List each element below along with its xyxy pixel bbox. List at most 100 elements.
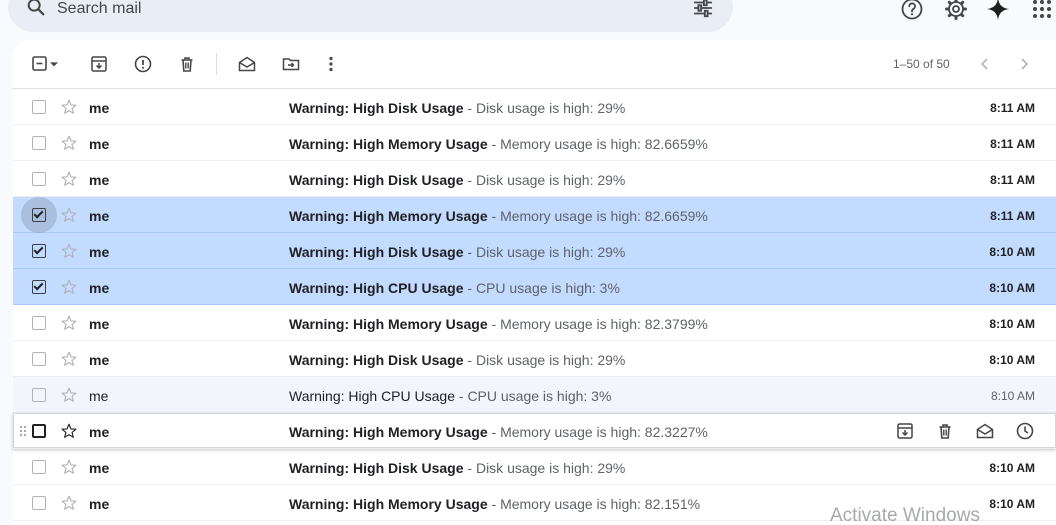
sender-name: me bbox=[89, 244, 110, 260]
star-icon[interactable] bbox=[60, 170, 78, 188]
row-checkbox[interactable] bbox=[32, 280, 46, 294]
subject-line: Warning: High Disk Usage - Disk usage is… bbox=[289, 244, 879, 260]
email-row[interactable]: me Warning: High Memory Usage - Memory us… bbox=[13, 197, 1056, 233]
checkmark-icon bbox=[33, 244, 44, 255]
email-list: me Warning: High Disk Usage - Disk usage … bbox=[13, 89, 1056, 521]
email-time: 8:10 AM bbox=[989, 281, 1035, 295]
subject-line: Warning: High Memory Usage - Memory usag… bbox=[289, 208, 879, 224]
email-snippet: - Memory usage is high: 82.3227% bbox=[487, 424, 708, 440]
row-checkbox[interactable] bbox=[32, 136, 46, 150]
email-row[interactable]: me Warning: High CPU Usage - CPU usage is… bbox=[13, 377, 1056, 413]
tune-icon[interactable] bbox=[692, 0, 714, 19]
star-icon[interactable] bbox=[60, 278, 78, 296]
email-subject: Warning: High Disk Usage bbox=[289, 460, 464, 476]
subject-line: Warning: High Disk Usage - Disk usage is… bbox=[289, 352, 879, 368]
more-icon[interactable] bbox=[319, 52, 343, 76]
email-row[interactable]: me Warning: High Memory Usage - Memory us… bbox=[13, 413, 1056, 449]
email-snippet: - Disk usage is high: 29% bbox=[463, 352, 626, 368]
toolbar-divider bbox=[216, 53, 217, 75]
subject-line: Warning: High CPU Usage - CPU usage is h… bbox=[289, 280, 879, 296]
subject-line: Warning: High CPU Usage - CPU usage is h… bbox=[289, 388, 879, 404]
gemini-icon[interactable] bbox=[986, 0, 1010, 21]
toolbar: 1–50 of 50 bbox=[13, 40, 1056, 88]
email-snippet: - CPU usage is high: 3% bbox=[463, 280, 620, 296]
email-row[interactable]: me Warning: High Memory Usage - Memory us… bbox=[13, 125, 1056, 161]
move-to-icon[interactable] bbox=[279, 52, 303, 76]
sender-name: me bbox=[89, 388, 109, 404]
snooze-icon[interactable] bbox=[1015, 421, 1035, 441]
apps-icon[interactable] bbox=[1030, 0, 1054, 21]
help-icon[interactable] bbox=[900, 0, 924, 21]
subject-line: Warning: High Disk Usage - Disk usage is… bbox=[289, 460, 879, 476]
row-checkbox[interactable] bbox=[32, 172, 46, 186]
delete-icon[interactable] bbox=[175, 52, 199, 76]
star-icon[interactable] bbox=[60, 98, 78, 116]
older-chevron-icon[interactable] bbox=[1014, 54, 1034, 74]
newer-chevron-icon[interactable] bbox=[975, 54, 995, 74]
sender-name: me bbox=[89, 136, 110, 152]
email-subject: Warning: High Disk Usage bbox=[289, 172, 464, 188]
subject-line: Warning: High Memory Usage - Memory usag… bbox=[289, 496, 879, 512]
row-checkbox[interactable] bbox=[32, 208, 46, 222]
archive-icon[interactable] bbox=[87, 52, 111, 76]
email-time: 8:11 AM bbox=[990, 173, 1035, 187]
row-hover-actions bbox=[893, 421, 1043, 441]
email-row[interactable]: me Warning: High Disk Usage - Disk usage … bbox=[13, 161, 1056, 197]
email-row[interactable]: me Warning: High Disk Usage - Disk usage … bbox=[13, 89, 1056, 125]
email-subject: Warning: High CPU Usage bbox=[289, 280, 464, 296]
star-icon[interactable] bbox=[60, 386, 78, 404]
activate-windows-watermark: Activate Windows bbox=[830, 505, 980, 525]
email-row[interactable]: me Warning: High Disk Usage - Disk usage … bbox=[13, 233, 1056, 269]
star-icon[interactable] bbox=[60, 458, 78, 476]
settings-icon[interactable] bbox=[944, 0, 968, 21]
star-icon[interactable] bbox=[60, 422, 78, 440]
row-checkbox[interactable] bbox=[32, 496, 46, 510]
sender-name: me bbox=[89, 172, 110, 188]
email-row[interactable]: me Warning: High CPU Usage - CPU usage is… bbox=[13, 269, 1056, 305]
star-icon[interactable] bbox=[60, 206, 78, 224]
report-spam-icon[interactable] bbox=[131, 52, 155, 76]
email-row[interactable]: me Warning: High Disk Usage - Disk usage … bbox=[13, 341, 1056, 377]
dropdown-icon[interactable] bbox=[46, 52, 62, 76]
checkmark-icon bbox=[33, 208, 44, 219]
drag-handle-icon[interactable] bbox=[19, 425, 27, 437]
delete-icon[interactable] bbox=[935, 421, 955, 441]
sender-name: me bbox=[89, 316, 110, 332]
row-checkbox[interactable] bbox=[32, 352, 46, 366]
email-time: 8:11 AM bbox=[990, 101, 1035, 115]
email-time: 8:11 AM bbox=[990, 209, 1035, 223]
row-checkbox[interactable] bbox=[32, 100, 46, 114]
email-subject: Warning: High Memory Usage bbox=[289, 136, 488, 152]
row-checkbox[interactable] bbox=[32, 424, 46, 438]
sender-name: me bbox=[89, 496, 110, 512]
email-subject: Warning: High Disk Usage bbox=[289, 244, 464, 260]
email-time: 8:10 AM bbox=[989, 317, 1035, 331]
search-bar[interactable]: Search mail bbox=[8, 0, 733, 32]
email-snippet: - Disk usage is high: 29% bbox=[463, 460, 626, 476]
search-input[interactable]: Search mail bbox=[57, 0, 141, 18]
subject-line: Warning: High Memory Usage - Memory usag… bbox=[289, 424, 879, 440]
star-icon[interactable] bbox=[60, 314, 78, 332]
email-subject: Warning: High Memory Usage bbox=[289, 316, 488, 332]
subject-line: Warning: High Disk Usage - Disk usage is… bbox=[289, 172, 879, 188]
gmail-app: Search mail 1–50 of 50 me Warning: High … bbox=[0, 0, 1056, 525]
star-icon[interactable] bbox=[60, 242, 78, 260]
row-checkbox[interactable] bbox=[32, 244, 46, 258]
subject-line: Warning: High Disk Usage - Disk usage is… bbox=[289, 100, 879, 116]
row-checkbox[interactable] bbox=[32, 388, 46, 402]
email-subject: Warning: High Memory Usage bbox=[289, 424, 488, 440]
star-icon[interactable] bbox=[60, 494, 78, 512]
email-snippet: - Memory usage is high: 82.3799% bbox=[487, 316, 708, 332]
email-subject: Warning: High Memory Usage bbox=[289, 208, 488, 224]
email-row[interactable]: me Warning: High Disk Usage - Disk usage … bbox=[13, 449, 1056, 485]
row-checkbox[interactable] bbox=[32, 316, 46, 330]
archive-icon[interactable] bbox=[895, 421, 915, 441]
row-checkbox[interactable] bbox=[32, 460, 46, 474]
mark-read-icon[interactable] bbox=[235, 52, 259, 76]
mark-read-icon[interactable] bbox=[975, 421, 995, 441]
star-icon[interactable] bbox=[60, 134, 78, 152]
email-row[interactable]: me Warning: High Memory Usage - Memory us… bbox=[13, 305, 1056, 341]
star-icon[interactable] bbox=[60, 350, 78, 368]
search-icon[interactable] bbox=[25, 0, 47, 18]
email-subject: Warning: High Disk Usage bbox=[289, 100, 464, 116]
